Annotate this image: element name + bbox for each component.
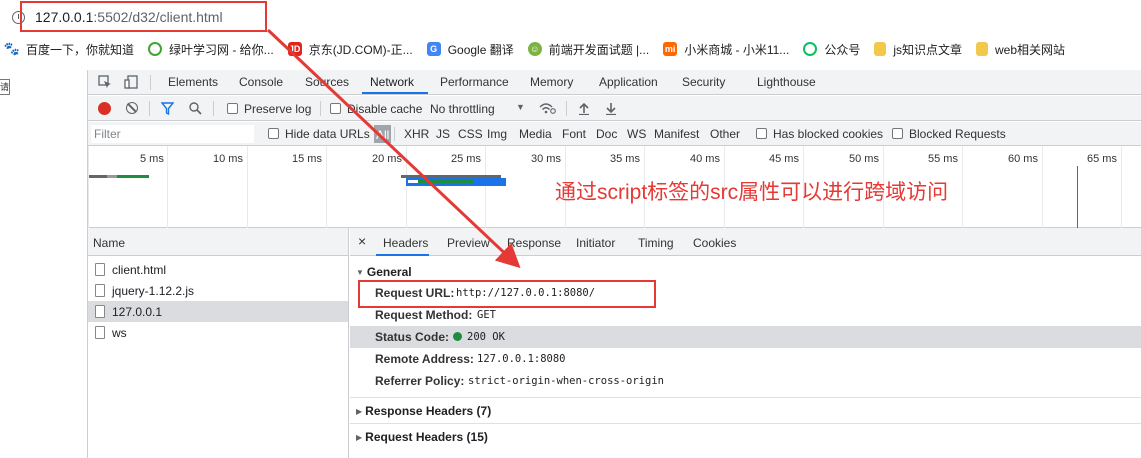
annotation-arrow	[266, 28, 521, 269]
annotation-text: 通过script标签的src属性可以进行跨域访问	[555, 181, 949, 204]
